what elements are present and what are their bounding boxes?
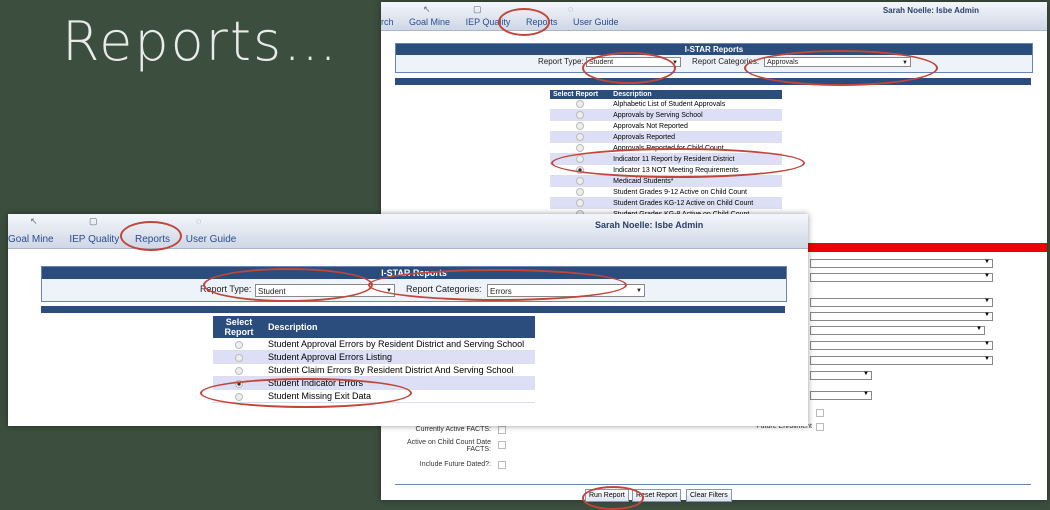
table-row[interactable]: Student Grades 9-12 Active on Child Coun… — [550, 186, 782, 198]
table-row[interactable]: Student Claim Errors By Resident Distric… — [213, 363, 535, 377]
currently-active-label: Currently Active FACTS: — [415, 426, 491, 433]
select-report-radio[interactable] — [576, 188, 585, 196]
table-row[interactable]: Student Grades KG-12 Active on Child Cou… — [550, 197, 782, 209]
select-report-radio[interactable] — [576, 111, 585, 119]
table-row[interactable]: Student Approval Errors Listing — [213, 350, 535, 364]
report-description: Student Approval Errors Listing — [265, 350, 535, 364]
search-tool-icon: ↖ — [30, 216, 38, 226]
search-tool-icon: ↖ — [423, 4, 431, 14]
document-icon: ▢ — [473, 4, 482, 14]
table-row[interactable]: Approvals Not Reported — [550, 120, 782, 132]
box-title: I-STAR Reports — [396, 44, 1032, 55]
filter-select-7[interactable]: ▼ — [810, 356, 993, 365]
report-description: Alphabetic List of Student Approvals — [610, 99, 782, 110]
include-future-label: Include Future Dated?: — [419, 461, 491, 468]
chevron-down-icon: ▼ — [636, 288, 642, 294]
table-row[interactable]: Approvals by Serving School — [550, 109, 782, 121]
col-description: Description — [610, 90, 782, 99]
error-banner — [808, 243, 1047, 252]
filter-select-2[interactable]: ▼ — [810, 273, 993, 282]
filter-select-4[interactable]: ▼ — [810, 312, 993, 321]
highlight-report-categories — [368, 269, 627, 301]
highlight-report-type — [582, 52, 676, 84]
clear-filters-button[interactable]: Clear Filters — [686, 489, 732, 502]
nav-user-guide[interactable]: User Guide — [186, 234, 237, 245]
user-name: Sarah Noelle: Isbe Admin — [882, 6, 979, 15]
select-report-radio[interactable] — [235, 353, 243, 362]
select-report-radio[interactable] — [576, 133, 585, 141]
select-report-radio[interactable] — [576, 177, 585, 185]
slide-title: Reports… — [62, 10, 340, 73]
col-select-report: Select Report — [550, 90, 611, 99]
user-name: Sarah Noelle: Isbe Admin — [595, 220, 704, 230]
filter-select-1[interactable]: ▼ — [810, 259, 993, 268]
select-report-radio[interactable] — [235, 340, 243, 349]
section-divider — [395, 78, 1031, 85]
filter-select-6[interactable]: ▼ — [810, 341, 993, 350]
future-enrollment-checkbox[interactable] — [816, 423, 824, 431]
help-icon: ◌ — [196, 216, 202, 226]
report-description: Approvals by Serving School — [610, 109, 782, 121]
highlight-reports — [498, 8, 550, 36]
screenshot-errors: ↖ ▢ ◌ Goal Mine IEP Quality Reports User… — [8, 214, 808, 426]
highlight-report-categories — [744, 50, 938, 86]
document-icon: ▢ — [89, 216, 98, 226]
report-description: Approvals Reported — [610, 131, 782, 143]
nav-iep-quality[interactable]: IEP Quality — [69, 234, 119, 245]
highlight-report-type — [203, 268, 373, 302]
highlight-selected-report — [200, 378, 412, 408]
table-row[interactable]: Student Approval Errors by Resident Dist… — [213, 338, 535, 351]
table-row[interactable]: Approvals Reported — [550, 131, 782, 143]
report-type-label: Report Type: — [538, 57, 584, 66]
nav-goal-mine[interactable]: Goal Mine — [409, 17, 450, 27]
highlight-reports — [120, 221, 182, 251]
filter-select-5[interactable]: ▼ — [810, 326, 985, 335]
nav-user-guide[interactable]: User Guide — [573, 17, 619, 27]
report-description: Student Approval Errors by Resident Dist… — [265, 338, 535, 351]
section-divider — [41, 306, 785, 313]
footer-divider — [395, 484, 1031, 485]
nav-search[interactable]: rch — [381, 17, 394, 27]
select-report-radio[interactable] — [576, 100, 585, 108]
highlight-selected-report — [551, 148, 805, 178]
nav-goal-mine[interactable]: Goal Mine — [8, 234, 54, 245]
currently-active-checkbox[interactable] — [498, 426, 506, 434]
select-report-radio[interactable] — [576, 199, 585, 207]
filter-select-9[interactable]: ▼ — [810, 391, 872, 400]
report-description: Student Grades KG-12 Active on Child Cou… — [610, 197, 782, 209]
select-report-radio[interactable] — [576, 144, 585, 152]
include-future-checkbox[interactable] — [498, 461, 506, 469]
report-description: Approvals Not Reported — [610, 120, 782, 132]
help-icon: ◌ — [568, 4, 574, 14]
select-report-radio[interactable] — [235, 366, 243, 375]
report-description: Student Claim Errors By Resident Distric… — [265, 363, 535, 377]
filter-checkbox[interactable] — [816, 409, 824, 417]
table-row[interactable]: Alphabetic List of Student Approvals — [550, 99, 782, 110]
top-navbar: ↖ ▢ ◌ rch Goal Mine IEP Quality Reports … — [381, 2, 1047, 31]
filter-select-3[interactable]: ▼ — [810, 298, 993, 307]
col-description: Description — [265, 316, 535, 338]
select-report-radio[interactable] — [576, 122, 585, 130]
highlight-run-report — [582, 486, 644, 510]
col-select-report: Select Report — [213, 316, 265, 338]
report-description: Student Grades 9-12 Active on Child Coun… — [610, 186, 782, 198]
active-child-count-label: Active on Child Count Date FACTS: — [406, 439, 491, 453]
active-child-count-checkbox[interactable] — [498, 441, 506, 449]
filter-select-8[interactable]: ▼ — [810, 371, 872, 380]
